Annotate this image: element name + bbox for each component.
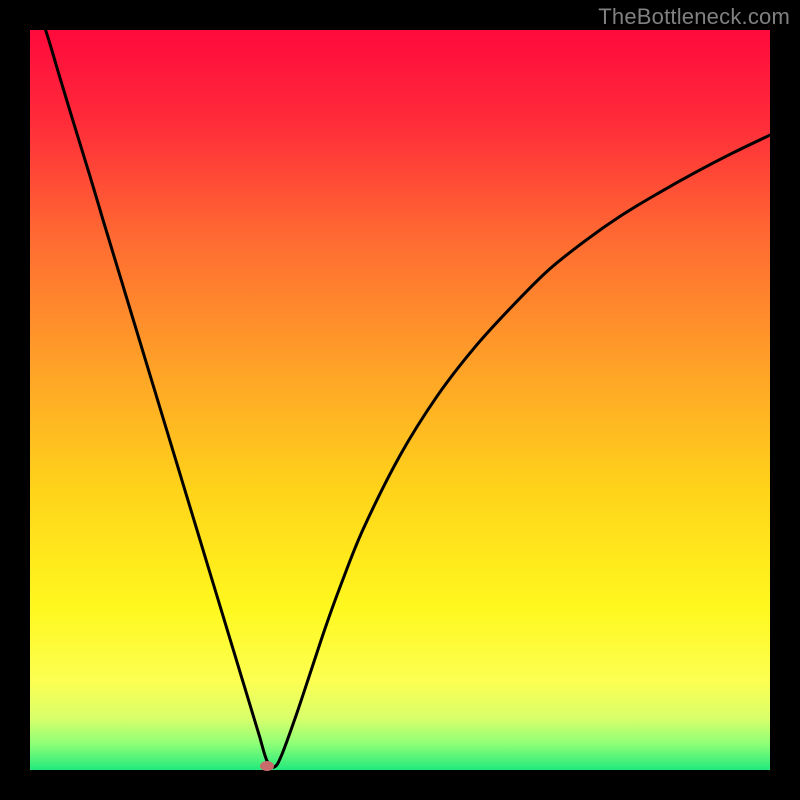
- plot-outer: [30, 30, 770, 770]
- chart-frame: TheBottleneck.com: [0, 0, 800, 800]
- minimum-marker: [260, 761, 274, 771]
- watermark-text: TheBottleneck.com: [598, 4, 790, 30]
- plot-area: [30, 30, 770, 770]
- bottleneck-curve: [30, 30, 770, 770]
